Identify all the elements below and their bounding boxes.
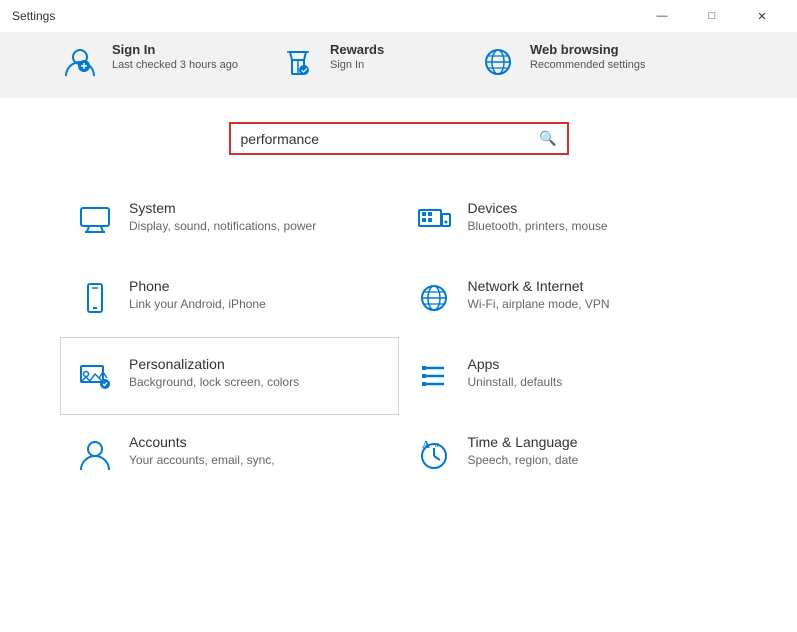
- network-text: Network & Internet Wi-Fi, airplane mode,…: [468, 278, 610, 313]
- webbrowsing-icon: [478, 42, 518, 82]
- maximize-button[interactable]: □: [689, 4, 735, 28]
- apps-subtitle: Uninstall, defaults: [468, 374, 563, 391]
- phone-subtitle: Link your Android, iPhone: [129, 296, 266, 313]
- personalization-text: Personalization Background, lock screen,…: [129, 356, 299, 391]
- window-controls: — □ ✕: [639, 4, 785, 28]
- svg-text:A: A: [422, 439, 430, 451]
- devices-subtitle: Bluetooth, printers, mouse: [468, 218, 608, 235]
- settings-item-system[interactable]: System Display, sound, notifications, po…: [60, 181, 399, 259]
- devices-title: Devices: [468, 200, 608, 216]
- personalization-icon: [75, 356, 115, 396]
- search-area: 🔍: [0, 98, 797, 171]
- top-item-signin-sublabel: Last checked 3 hours ago: [112, 59, 238, 71]
- settings-item-personalization[interactable]: Personalization Background, lock screen,…: [60, 337, 399, 415]
- time-title: Time & Language: [468, 434, 579, 450]
- settings-item-network[interactable]: Network & Internet Wi-Fi, airplane mode,…: [399, 259, 738, 337]
- top-item-signin-label: Sign In: [112, 42, 238, 57]
- rewards-icon: [278, 42, 318, 82]
- accounts-icon: [75, 434, 115, 474]
- minimize-button[interactable]: —: [639, 4, 685, 28]
- phone-text: Phone Link your Android, iPhone: [129, 278, 266, 313]
- settings-item-devices[interactable]: Devices Bluetooth, printers, mouse: [399, 181, 738, 259]
- search-box[interactable]: 🔍: [229, 122, 569, 155]
- top-item-rewards[interactable]: Rewards Sign In: [278, 42, 438, 82]
- apps-title: Apps: [468, 356, 563, 372]
- top-item-signin[interactable]: Sign In Last checked 3 hours ago: [60, 42, 238, 82]
- top-item-webbrowsing[interactable]: Web browsing Recommended settings: [478, 42, 646, 82]
- system-subtitle: Display, sound, notifications, power: [129, 218, 316, 235]
- titlebar: Settings — □ ✕: [0, 0, 797, 32]
- top-item-rewards-label: Rewards: [330, 42, 384, 57]
- settings-item-time[interactable]: A a Time & Language Speech, region, date: [399, 415, 738, 493]
- svg-text:a: a: [435, 440, 439, 449]
- top-item-webbrowsing-label: Web browsing: [530, 42, 646, 57]
- system-icon: [75, 200, 115, 240]
- close-button[interactable]: ✕: [739, 4, 785, 28]
- search-icon: 🔍: [539, 130, 556, 147]
- devices-icon: [414, 200, 454, 240]
- top-item-webbrowsing-text: Web browsing Recommended settings: [530, 42, 646, 71]
- accounts-title: Accounts: [129, 434, 275, 450]
- apps-icon: [414, 356, 454, 396]
- top-item-webbrowsing-sublabel: Recommended settings: [530, 59, 646, 71]
- signin-icon: [60, 42, 100, 82]
- time-icon: A a: [414, 434, 454, 474]
- phone-title: Phone: [129, 278, 266, 294]
- top-item-rewards-text: Rewards Sign In: [330, 42, 384, 71]
- app-title: Settings: [12, 9, 55, 23]
- phone-icon: [75, 278, 115, 318]
- accounts-subtitle: Your accounts, email, sync,: [129, 452, 275, 469]
- devices-text: Devices Bluetooth, printers, mouse: [468, 200, 608, 235]
- personalization-title: Personalization: [129, 356, 299, 372]
- top-panel: Sign In Last checked 3 hours ago Rewards…: [0, 32, 797, 98]
- system-title: System: [129, 200, 316, 216]
- personalization-subtitle: Background, lock screen, colors: [129, 374, 299, 391]
- time-text: Time & Language Speech, region, date: [468, 434, 579, 469]
- settings-item-apps[interactable]: Apps Uninstall, defaults: [399, 337, 738, 415]
- search-input[interactable]: [241, 131, 540, 147]
- accounts-text: Accounts Your accounts, email, sync,: [129, 434, 275, 469]
- network-subtitle: Wi-Fi, airplane mode, VPN: [468, 296, 610, 313]
- system-text: System Display, sound, notifications, po…: [129, 200, 316, 235]
- network-title: Network & Internet: [468, 278, 610, 294]
- apps-text: Apps Uninstall, defaults: [468, 356, 563, 391]
- top-item-rewards-sublabel: Sign In: [330, 59, 384, 71]
- settings-item-accounts[interactable]: Accounts Your accounts, email, sync,: [60, 415, 399, 493]
- top-item-signin-text: Sign In Last checked 3 hours ago: [112, 42, 238, 71]
- network-icon: [414, 278, 454, 318]
- time-subtitle: Speech, region, date: [468, 452, 579, 469]
- settings-item-phone[interactable]: Phone Link your Android, iPhone: [60, 259, 399, 337]
- settings-grid: System Display, sound, notifications, po…: [0, 171, 797, 503]
